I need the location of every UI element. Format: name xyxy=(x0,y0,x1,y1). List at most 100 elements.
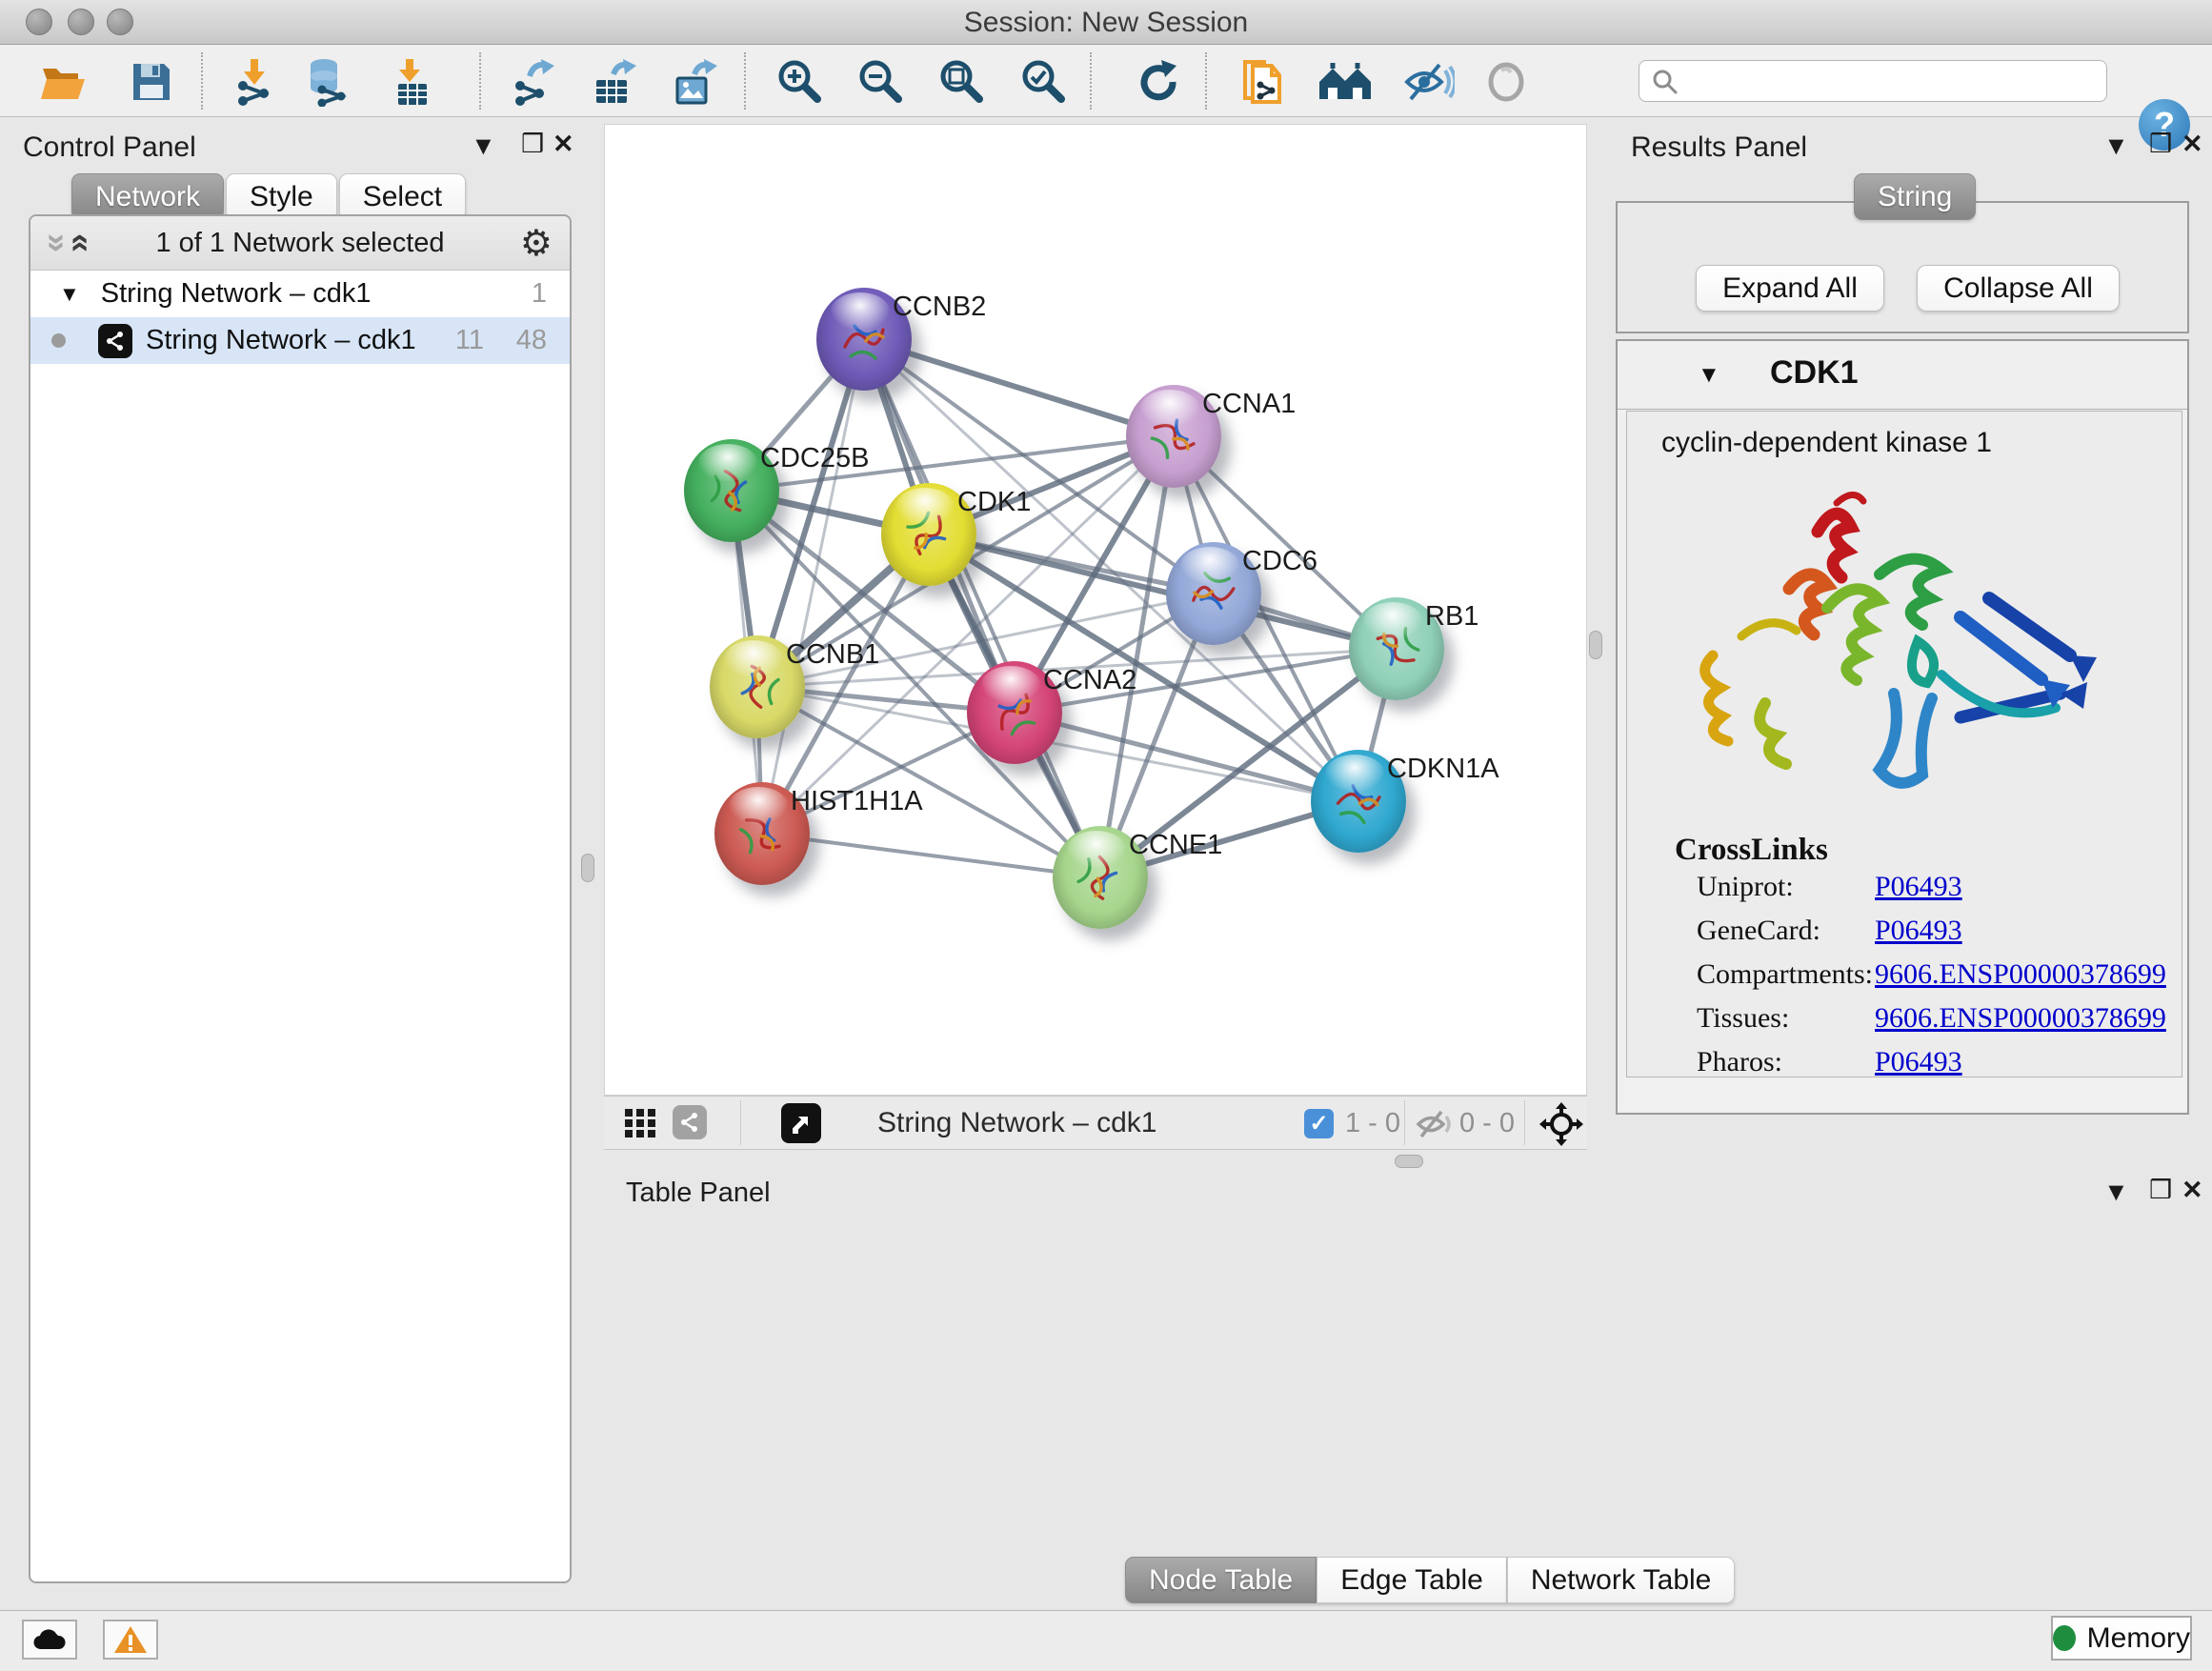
collapse-panel-icon[interactable]: ▼ xyxy=(471,133,496,159)
export-network-button[interactable] xyxy=(505,54,560,110)
hide-selected-button[interactable] xyxy=(1401,54,1457,110)
results-panel: Results Panel ▼ ❒ ✕ String Expand All Co… xyxy=(1610,122,2212,1145)
crosslink-row: GeneCard: P06493 xyxy=(1627,915,2182,958)
float-panel-icon[interactable]: ❒ xyxy=(2149,1178,2172,1203)
network-nodes-layer: CCNB2 CCNA1 CDC25B CDK1 xyxy=(605,125,1586,1095)
search-input[interactable] xyxy=(1685,66,2089,97)
tab-network[interactable]: Network xyxy=(71,173,224,220)
node-label-cdk1: CDK1 xyxy=(957,487,1031,518)
results-entry-content: cyclin-dependent kinase 1 xyxy=(1626,411,2182,1077)
tab-node-table[interactable]: Node Table xyxy=(1125,1557,1317,1603)
network-share-icon xyxy=(98,324,132,358)
import-table-button[interactable] xyxy=(385,54,440,110)
show-all-button[interactable] xyxy=(1478,54,1534,110)
network-selection-status: 1 of 1 Network selected xyxy=(30,228,570,259)
footer-separator xyxy=(740,1100,741,1145)
collection-expander-icon[interactable]: ▼ xyxy=(59,282,80,307)
horizontal-splitter-handle[interactable] xyxy=(1395,1155,1423,1168)
collapse-panel-icon[interactable]: ▼ xyxy=(2103,1179,2129,1205)
share-document-button[interactable] xyxy=(1236,54,1291,110)
node-gloss xyxy=(698,444,757,481)
window-title: Session: New Session xyxy=(0,7,2212,39)
import-network-database-button[interactable] xyxy=(300,54,355,110)
collapse-panel-icon[interactable]: ▼ xyxy=(2103,133,2129,159)
grid-view-icon[interactable] xyxy=(625,1109,657,1137)
collapse-all-button[interactable]: Collapse All xyxy=(1917,265,2120,312)
tab-edge-table[interactable]: Edge Table xyxy=(1317,1557,1507,1603)
crosslink-row: Compartments: 9606.ENSP00000378699 xyxy=(1627,958,2182,1002)
toolbar-separator xyxy=(479,52,481,110)
hidden-count: 0 - 0 xyxy=(1459,1108,1515,1139)
results-entry-header[interactable]: ▼ CDK1 xyxy=(1618,341,2187,410)
collapse-all-label: Collapse All xyxy=(1943,272,2093,305)
crosslink-link[interactable]: P06493 xyxy=(1875,1046,1962,1077)
crosslink-label: Uniprot: xyxy=(1697,871,1794,903)
network-view-title: String Network – cdk1 xyxy=(877,1107,1156,1139)
crosslink-row: Tissues: 9606.ENSP00000378699 xyxy=(1627,1002,2182,1046)
save-session-button[interactable] xyxy=(124,54,179,110)
entry-expander-icon[interactable]: ▼ xyxy=(1698,362,1720,389)
float-panel-icon[interactable]: ❒ xyxy=(2149,131,2172,157)
export-image-button[interactable] xyxy=(667,54,722,110)
export-table-icon xyxy=(591,57,636,107)
warning-button[interactable] xyxy=(103,1620,158,1660)
node-label-ccna2: CCNA2 xyxy=(1043,665,1136,696)
tab-network-table[interactable]: Network Table xyxy=(1507,1557,1736,1603)
network-collection-row[interactable]: ▼ String Network – cdk1 1 xyxy=(30,271,570,317)
cytoscape-window: Session: New Session xyxy=(0,0,2212,1671)
vertical-splitter-handle[interactable] xyxy=(581,854,594,882)
zoom-fit-button[interactable] xyxy=(935,54,990,110)
crosslink-link[interactable]: 9606.ENSP00000378699 xyxy=(1875,958,2166,991)
move-crosshair-icon[interactable] xyxy=(1539,1102,1583,1146)
zoom-in-button[interactable] xyxy=(773,54,828,110)
hidden-eye-slash-icon[interactable] xyxy=(1416,1109,1452,1139)
refresh-layout-button[interactable] xyxy=(1131,54,1186,110)
results-panel-title: Results Panel xyxy=(1631,131,1807,164)
tab-string[interactable]: String xyxy=(1854,173,1976,220)
houses-icon xyxy=(1317,61,1373,103)
crosslink-link[interactable]: P06493 xyxy=(1875,915,1962,947)
crosslink-row: Pharos: P06493 xyxy=(1627,1046,2182,1077)
share-view-icon[interactable] xyxy=(673,1105,707,1139)
open-session-button[interactable] xyxy=(37,54,92,110)
gear-icon[interactable]: ⚙ xyxy=(520,222,553,265)
node-gloss xyxy=(729,787,788,824)
network-view-toolbar: String Network – cdk1 ✓ 1 - 0 0 - 0 xyxy=(604,1096,1587,1150)
crosslink-label: Tissues: xyxy=(1697,1002,1789,1035)
node-label-ccne1: CCNE1 xyxy=(1129,830,1222,861)
close-panel-icon[interactable]: ✕ xyxy=(553,131,574,157)
float-panel-icon[interactable]: ❒ xyxy=(521,131,544,157)
tab-style[interactable]: Style xyxy=(226,173,337,220)
node-gloss xyxy=(1325,755,1384,792)
memory-button[interactable]: Memory xyxy=(2051,1616,2192,1661)
birdseye-view-icon[interactable] xyxy=(781,1103,821,1143)
node-label-ccna1: CCNA1 xyxy=(1202,389,1296,420)
footer-separator xyxy=(1404,1100,1405,1145)
selected-checkbox-icon[interactable]: ✓ xyxy=(1304,1109,1334,1138)
tab-select[interactable]: Select xyxy=(339,173,466,220)
crosslink-link[interactable]: P06493 xyxy=(1875,871,1962,903)
vertical-splitter-handle[interactable] xyxy=(1589,631,1602,659)
node-gloss xyxy=(1363,602,1422,639)
import-network-icon xyxy=(231,57,279,107)
table-panel-title: Table Panel xyxy=(626,1178,771,1209)
close-panel-icon[interactable]: ✕ xyxy=(2182,1178,2203,1203)
node-gloss xyxy=(724,640,783,677)
crosslinks-title: CrossLinks xyxy=(1675,833,1828,868)
network-canvas[interactable]: CCNB2 CCNA1 CDC25B CDK1 xyxy=(604,124,1587,1096)
search-field[interactable] xyxy=(1639,60,2107,102)
protein-thumbnail xyxy=(1103,367,1243,507)
export-table-button[interactable] xyxy=(586,54,641,110)
expand-all-button[interactable]: Expand All xyxy=(1696,265,1884,312)
cloud-button[interactable] xyxy=(22,1620,77,1660)
zoom-selected-button[interactable] xyxy=(1016,54,1072,110)
network-row[interactable]: String Network – cdk1 11 48 xyxy=(30,317,570,364)
close-panel-icon[interactable]: ✕ xyxy=(2182,131,2203,157)
network-status-dot xyxy=(51,333,66,348)
zoom-selected-icon xyxy=(1019,57,1069,107)
home-networks-button[interactable] xyxy=(1317,54,1373,110)
import-network-file-button[interactable] xyxy=(228,54,283,110)
zoom-out-button[interactable] xyxy=(854,54,909,110)
crosslink-link[interactable]: 9606.ENSP00000378699 xyxy=(1875,1002,2166,1035)
node-label-hist1h1a: HIST1H1A xyxy=(791,786,923,817)
